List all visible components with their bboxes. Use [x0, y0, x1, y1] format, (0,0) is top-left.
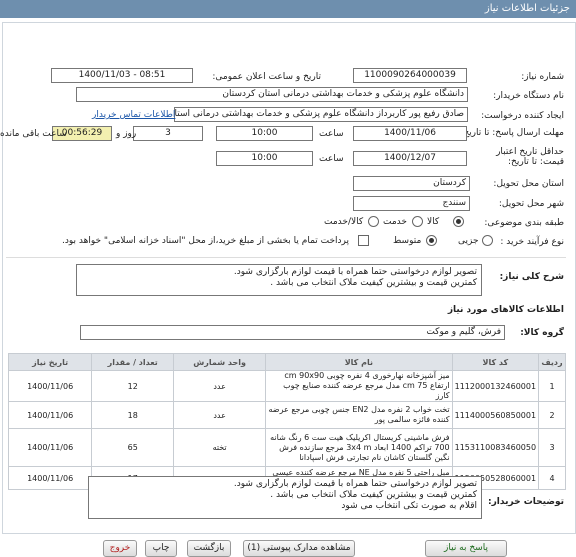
col-name: نام کالا [265, 353, 453, 371]
row-number: 4 [538, 466, 566, 490]
col-row: ردیف [538, 353, 566, 371]
goods-table: ردیف کد کالا نام کالا واحد شمارش تعداد /… [7, 353, 566, 490]
description-line-1: تصویر لوازم درخواستی حتما همراه با قیمت … [233, 267, 477, 277]
item-code: 1153110083460050 [451, 428, 540, 467]
col-unit: واحد شمارش [173, 353, 267, 371]
item-name: فرش ماشینی کریستال اکریلیک هیت ست 6 رنگ … [265, 428, 453, 467]
item-qty: 18 [91, 401, 175, 429]
process-minor-label: جزیی [458, 236, 479, 246]
province-field: کردستان [353, 176, 470, 191]
validity-time-label: ساعت [319, 154, 344, 164]
back-button[interactable]: بازگشت [187, 540, 231, 557]
city-field: سنندج [353, 196, 470, 211]
item-qty: 65 [91, 428, 175, 467]
treasury-payment-label: پرداخت تمام یا بخشی از مبلغ خرید،از محل … [62, 236, 350, 246]
buyer-contact-link[interactable]: اطلاعات تماس خریدار [92, 110, 175, 120]
table-row[interactable]: 1 1112000132460001 میز آشپزخانه نهارخوری… [7, 370, 566, 402]
item-date: 1400/11/06 [7, 370, 93, 402]
category-goods-radio[interactable] [453, 216, 464, 227]
window-title: جزئیات اطلاعات نیاز [484, 3, 570, 14]
item-date: 1400/11/06 [7, 466, 93, 490]
buyer-notes-label: توضیحات خریدار: [488, 497, 564, 507]
category-label: طبقه بندی موضوعی: [484, 218, 564, 228]
process-medium-label: متوسط [393, 236, 422, 246]
deadline-date-field: 1400/11/06 [353, 126, 467, 141]
col-date: تاریخ نیاز [7, 353, 93, 371]
item-code: 1112000132460001 [451, 370, 540, 402]
province-label: استان محل تحویل: [493, 179, 564, 189]
city-label: شهر محل تحویل: [498, 199, 564, 209]
days-label: روز و [116, 129, 137, 139]
row-number: 2 [538, 401, 566, 429]
process-minor-radio[interactable] [482, 235, 493, 246]
validity-time-field: 10:00 [216, 151, 313, 166]
goods-group-field: فرش، گلیم و موکت [80, 325, 505, 340]
validity-date-field: 1400/12/07 [353, 151, 467, 166]
table-row[interactable]: 3 1153110083460050 فرش ماشینی کریستال اک… [7, 428, 566, 467]
process-medium-radio[interactable] [426, 235, 437, 246]
category-service-label: خدمت [383, 217, 407, 227]
buyer-notes-line-3: اقلام به صورت تکی انتخاب می شود [341, 501, 477, 511]
row-number: 3 [538, 428, 566, 467]
requester-label: ایجاد کننده درخواست: [481, 111, 564, 121]
category-mixed-label: کالا/خدمت [324, 217, 364, 227]
need-number-field: 1100090264000039 [353, 68, 467, 83]
item-code: 1114000560850001 [451, 401, 540, 429]
requester-field: صادق رفیع پور کاربرداز دانشگاه علوم پزشک… [174, 107, 468, 122]
row-number: 1 [538, 370, 566, 402]
item-name: میز آشپزخانه نهارخوری 4 نفره چوبی cm 90x… [265, 370, 453, 402]
goods-group-label: گروه کالا: [520, 328, 564, 338]
process-type-label: نوع فرآیند خرید : [500, 237, 564, 247]
item-date: 1400/11/06 [7, 401, 93, 429]
print-button[interactable]: چاپ [145, 540, 177, 557]
col-qty: تعداد / مقدار [91, 353, 175, 371]
buyer-org-label: نام دستگاه خریدار: [493, 91, 564, 101]
window-titlebar: جزئیات اطلاعات نیاز [0, 0, 576, 18]
description-line-2: کمترین قیمت و بیشترین کیفیت ملاک انتخاب … [270, 278, 477, 288]
price-validity-label-2: قیمت: تا تاریخ: [508, 157, 564, 167]
item-unit: عدد [173, 401, 267, 429]
deadline-time-field: 10:00 [216, 126, 313, 141]
category-service-radio[interactable] [412, 216, 423, 227]
deadline-time-label: ساعت [319, 129, 344, 139]
reply-button[interactable]: پاسخ به نیاز [425, 540, 507, 557]
deadline-label: مهلت ارسال پاسخ: تا تاریخ: [460, 128, 564, 138]
category-mixed-radio[interactable] [368, 216, 379, 227]
price-validity-label: حداقل تاریخ اعتبار [496, 147, 564, 157]
item-qty: 12 [91, 370, 175, 402]
announce-date-label: تاریخ و ساعت اعلان عمومی: [212, 72, 321, 82]
buyer-org-field: دانشگاه علوم پزشکی و خدمات بهداشتی درمان… [76, 87, 468, 102]
table-header-row: ردیف کد کالا نام کالا واحد شمارش تعداد /… [7, 353, 566, 371]
goods-section-title: اطلاعات کالاهای مورد نیاز [447, 305, 564, 315]
description-textarea: تصویر لوازم درخواستی حتما همراه با قیمت … [76, 264, 482, 296]
exit-button[interactable]: خروج [103, 540, 137, 557]
buyer-notes-line-1: تصویر لوازم درخواستی حتما همراه با قیمت … [233, 479, 477, 489]
col-code: کد کالا [451, 353, 540, 371]
category-goods-label: کالا [427, 217, 440, 227]
remaining-time-label: ساعت باقی مانده [0, 129, 67, 139]
buyer-notes-textarea: تصویر لوازم درخواستی حتما همراه با قیمت … [88, 476, 482, 519]
item-unit: عدد [173, 370, 267, 402]
description-label: شرح کلی نیاز: [499, 272, 564, 282]
buyer-notes-line-2: کمترین قیمت و بیشترین کیفیت ملاک انتخاب … [270, 490, 477, 500]
treasury-payment-checkbox[interactable] [358, 235, 369, 246]
item-date: 1400/11/06 [7, 428, 93, 467]
table-row[interactable]: 2 1114000560850001 تخت خواب 2 نفره مدل E… [7, 401, 566, 429]
item-name: تخت خواب 2 نفره مدل EN2 جنس چوبی مرجع عر… [265, 401, 453, 429]
announce-date-field: 1400/11/03 - 08:51 [51, 68, 193, 83]
divider [6, 257, 566, 258]
need-number-label: شماره نیاز: [521, 72, 564, 82]
view-attachments-button[interactable]: مشاهده مدارک پیوستی (1) [243, 540, 355, 557]
days-field: 3 [133, 126, 203, 141]
item-unit: تخته [173, 428, 267, 467]
